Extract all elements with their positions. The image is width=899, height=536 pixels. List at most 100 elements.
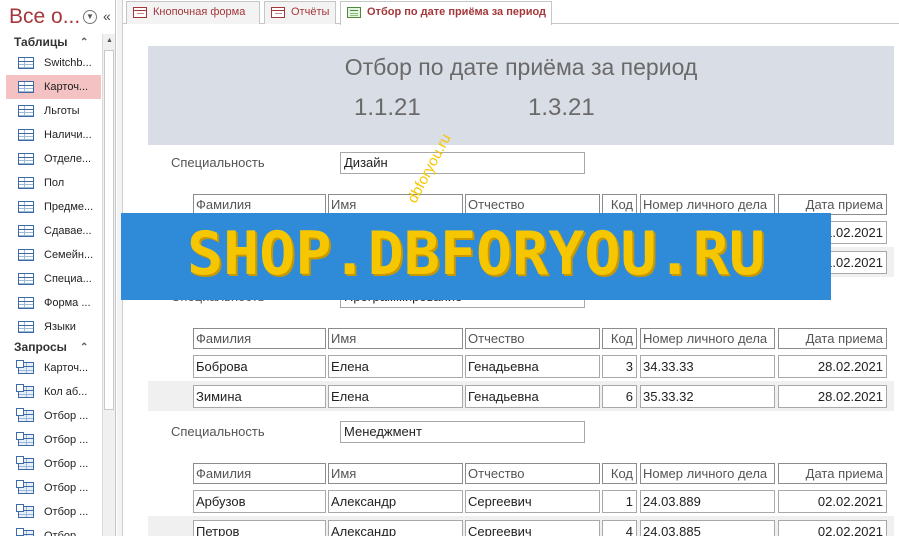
- table-cell: 35.33.32: [640, 385, 775, 408]
- collapse-pane-icon[interactable]: «: [103, 8, 111, 24]
- nav-query-item[interactable]: Отбор ...: [6, 452, 101, 476]
- table-icon: [18, 297, 34, 309]
- nav-scrollbar[interactable]: ▲: [102, 34, 115, 536]
- specialty-label: Специальность: [171, 424, 265, 439]
- query-icon: [16, 456, 34, 470]
- nav-group-header[interactable]: Таблицы ⌃: [0, 34, 101, 51]
- specialty-value: Дизайн: [340, 152, 585, 174]
- report-title: Отбор по дате приёма за период: [344, 54, 698, 80]
- query-icon: [16, 408, 34, 422]
- scroll-up-icon[interactable]: ▲: [103, 34, 116, 48]
- table-cell: 24.03.889: [640, 490, 775, 513]
- tab-label: Отбор по дате приёма за период: [367, 6, 547, 18]
- table-icon: [18, 225, 34, 237]
- table-cell: 24.03.885: [640, 520, 775, 536]
- table-cell: Сергеевич: [465, 490, 600, 513]
- nav-item-label: Сдавае...: [44, 225, 92, 237]
- chevron-up-icon[interactable]: ⌃: [80, 339, 88, 356]
- scroll-thumb[interactable]: [104, 50, 114, 410]
- nav-item-label: Отбор ...: [44, 530, 89, 536]
- column-header: Дата приема: [778, 463, 887, 484]
- column-header: Номер личного дела: [640, 328, 775, 349]
- chevron-down-icon[interactable]: ▼: [83, 10, 97, 24]
- table-icon: [18, 105, 34, 117]
- column-header: Отчество: [465, 463, 600, 484]
- nav-object-list: Таблицы ⌃ Switchb... Карточ... Льготы Наличи.…: [0, 34, 101, 536]
- nav-item-label: Отбор ...: [44, 506, 89, 518]
- nav-table-item[interactable]: Льготы: [6, 99, 101, 123]
- nav-group-label: Запросы: [14, 340, 67, 354]
- watermark-text: SHOP.DBFORYOU.RU: [187, 219, 765, 289]
- table-cell: 34.33.33: [640, 355, 775, 378]
- nav-table-item[interactable]: Пол: [6, 171, 101, 195]
- column-header: Дата приема: [778, 194, 887, 215]
- table-cell: Елена: [328, 355, 463, 378]
- table-cell: 28.02.2021: [778, 385, 887, 408]
- nav-header: Все о... ▼ «: [0, 0, 116, 34]
- table-icon: [18, 57, 34, 69]
- nav-item-label: Льготы: [44, 105, 80, 117]
- query-icon: [16, 528, 34, 536]
- nav-query-item[interactable]: Отбор ...: [6, 428, 101, 452]
- specialty-label: Специальность: [171, 155, 265, 170]
- document-tab[interactable]: Кнопочная форма: [126, 1, 260, 24]
- nav-table-item[interactable]: Специа...: [6, 267, 101, 291]
- specialty-value: Менеджмент: [340, 421, 585, 443]
- nav-table-item[interactable]: Отделе...: [6, 147, 101, 171]
- nav-item-label: Языки: [44, 321, 76, 333]
- table-icon: [18, 249, 34, 261]
- nav-item-label: Форма ...: [44, 297, 91, 309]
- table-icon: [18, 321, 34, 333]
- nav-table-item[interactable]: Семейн...: [6, 243, 101, 267]
- document-tab-bar: Кнопочная форма Отчёты Отбор по дате приём…: [117, 0, 899, 25]
- watermark-banner: SHOP.DBFORYOU.RU: [121, 213, 831, 300]
- nav-item-label: Отбор ...: [44, 458, 89, 470]
- table-cell: 02.02.2021: [778, 520, 887, 536]
- chevron-up-icon[interactable]: ⌃: [80, 34, 88, 51]
- table-cell: 3: [602, 355, 637, 378]
- table-icon: [18, 273, 34, 285]
- table-cell: Зимина: [193, 385, 326, 408]
- table-cell: Петров: [193, 520, 326, 536]
- nav-query-item[interactable]: Кол аб...: [6, 380, 101, 404]
- table-icon: [18, 201, 34, 213]
- nav-item-label: Отбор ...: [44, 410, 89, 422]
- nav-query-item[interactable]: Карточ...: [6, 356, 101, 380]
- nav-table-item[interactable]: Предме...: [6, 195, 101, 219]
- column-header: Фамилия: [193, 463, 326, 484]
- nav-table-item[interactable]: Карточ...: [6, 75, 101, 99]
- nav-table-item[interactable]: Switchb...: [6, 51, 101, 75]
- tab-label: Кнопочная форма: [153, 6, 246, 18]
- nav-table-item[interactable]: Форма ...: [6, 291, 101, 315]
- document-tab[interactable]: Отчёты: [264, 1, 336, 24]
- table-cell: 1: [602, 490, 637, 513]
- table-cell: 02.02.2021: [778, 490, 887, 513]
- report-icon: [347, 7, 361, 18]
- nav-item-label: Отделе...: [44, 153, 92, 165]
- nav-item-label: Наличи...: [44, 129, 92, 141]
- column-header: Имя: [328, 328, 463, 349]
- table-cell: Сергеевич: [465, 520, 600, 536]
- document-tab[interactable]: Отбор по дате приёма за период: [340, 1, 552, 25]
- table-cell: 28.02.2021: [778, 355, 887, 378]
- nav-query-item[interactable]: Отбор ...: [6, 404, 101, 428]
- column-header: Код: [602, 463, 637, 484]
- query-icon: [16, 360, 34, 374]
- table-cell: 4: [602, 520, 637, 536]
- nav-item-label: Кол аб...: [44, 386, 88, 398]
- table-icon: [18, 153, 34, 165]
- nav-group-header[interactable]: Запросы ⌃: [0, 339, 101, 356]
- column-header: Фамилия: [193, 328, 326, 349]
- nav-query-item[interactable]: Отбор ...: [6, 500, 101, 524]
- nav-table-item[interactable]: Сдавае...: [6, 219, 101, 243]
- date-to: 1.3.21: [528, 94, 595, 121]
- nav-query-item[interactable]: Отбор ...: [6, 476, 101, 500]
- nav-title[interactable]: Все о...: [9, 5, 80, 29]
- nav-table-item[interactable]: Языки: [6, 315, 101, 339]
- query-icon: [16, 432, 34, 446]
- nav-item-label: Switchb...: [44, 57, 92, 69]
- date-from: 1.1.21: [354, 94, 421, 121]
- nav-query-item[interactable]: Отбор ...: [6, 524, 101, 536]
- table-cell: Арбузов: [193, 490, 326, 513]
- nav-table-item[interactable]: Наличи...: [6, 123, 101, 147]
